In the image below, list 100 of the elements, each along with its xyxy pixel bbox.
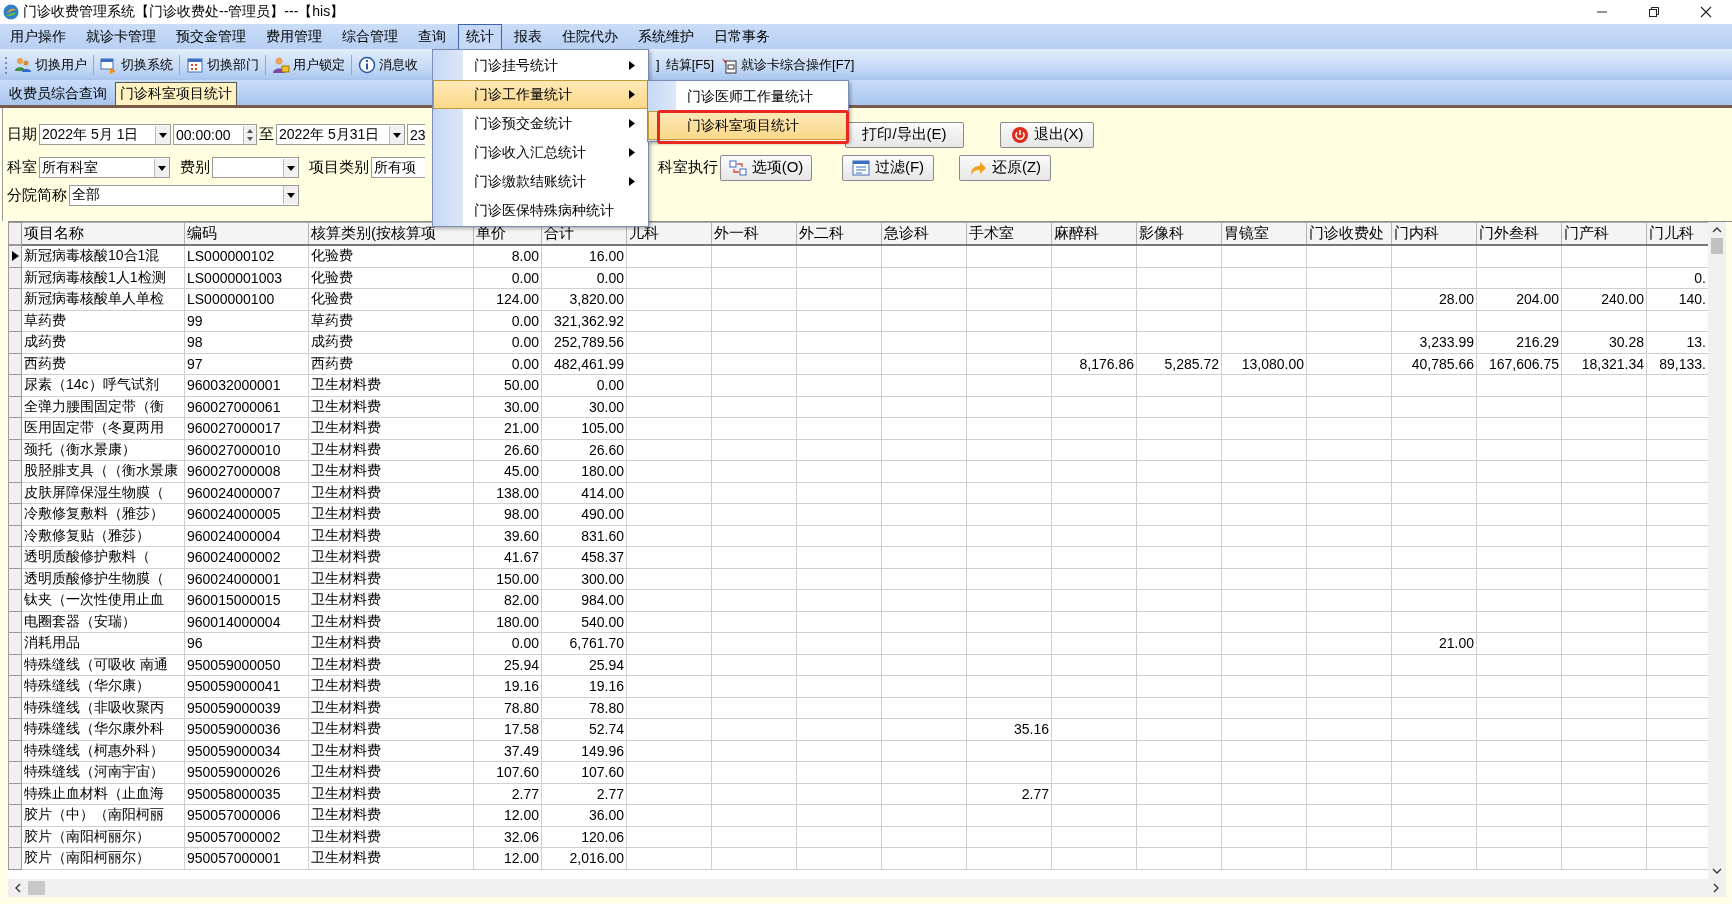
vertical-scrollbar[interactable] bbox=[1708, 222, 1726, 879]
time-field[interactable]: 23 bbox=[407, 124, 425, 145]
row-indicator[interactable] bbox=[8, 245, 22, 267]
column-header[interactable]: 麻醉科 bbox=[1051, 222, 1137, 245]
menu-item[interactable]: 门诊预交金统计 bbox=[433, 109, 648, 138]
menu-item[interactable]: 日常事务 bbox=[706, 23, 778, 50]
table-cell: 124.00 bbox=[473, 288, 542, 310]
tab[interactable]: 收费员综合查询 bbox=[4, 82, 112, 105]
column-header[interactable]: 门外叁科 bbox=[1476, 222, 1562, 245]
column-header[interactable]: 门诊收费处 bbox=[1306, 222, 1392, 245]
table-cell: 216.29 bbox=[1516, 334, 1559, 351]
user-lock-icon[interactable] bbox=[272, 55, 290, 74]
table-cell: 540.00 bbox=[541, 611, 627, 633]
table-cell: 8.00 bbox=[473, 245, 542, 267]
scroll-up-icon[interactable] bbox=[1712, 226, 1722, 234]
column-header[interactable]: 胃镜室 bbox=[1221, 222, 1307, 245]
table-cell: 卫生材料费 bbox=[308, 804, 474, 826]
menu-item[interactable]: 门诊挂号统计 bbox=[433, 51, 648, 80]
switch-window-icon[interactable] bbox=[100, 55, 118, 74]
table-cell: 12.00 bbox=[473, 804, 542, 826]
date-picker[interactable]: 2022年 5月31日 bbox=[276, 124, 405, 145]
menu-item[interactable]: 门诊收入汇总统计 bbox=[433, 138, 648, 167]
table-cell: 40,785.66 bbox=[1411, 355, 1474, 372]
table-cell: 成药费 bbox=[308, 331, 474, 353]
scroll-thumb[interactable] bbox=[1711, 238, 1723, 254]
column-header[interactable]: 门产科 bbox=[1561, 222, 1647, 245]
filter-button[interactable]: 过滤(F) bbox=[842, 154, 934, 181]
scroll-down-icon[interactable] bbox=[1712, 867, 1722, 875]
table-cell: 240.00 bbox=[1601, 291, 1644, 308]
category-select[interactable]: 所有项 bbox=[371, 157, 425, 178]
options-button[interactable]: 选项(O) bbox=[720, 154, 812, 181]
branch-select[interactable]: 全部 bbox=[69, 184, 299, 206]
toolbar-button[interactable]: 消息收 bbox=[379, 55, 418, 74]
table-cell: 新冠病毒核酸单人单检 bbox=[21, 288, 185, 310]
spinner-icon[interactable] bbox=[243, 125, 256, 144]
table-cell: 52.74 bbox=[541, 718, 627, 740]
table-cell: 960032000001 bbox=[184, 374, 309, 396]
table-cell: 13,080.00 bbox=[1241, 355, 1304, 372]
restore-icon[interactable] bbox=[1648, 6, 1660, 18]
scroll-right-icon[interactable] bbox=[1712, 883, 1720, 893]
toolbar-button[interactable]: 切换系统 bbox=[121, 55, 173, 74]
column-header[interactable]: 项目名称 bbox=[21, 222, 185, 245]
card-icon[interactable] bbox=[720, 55, 739, 74]
menu-item[interactable]: 报表 bbox=[506, 23, 550, 50]
tab[interactable]: 门诊科室项目统计 bbox=[115, 82, 237, 105]
menu-item[interactable]: 门诊医师工作量统计 bbox=[648, 82, 848, 111]
menu-item[interactable]: 门诊医保特殊病种统计 bbox=[433, 196, 648, 225]
time-field[interactable]: 00:00:00 bbox=[173, 124, 257, 145]
menu-item[interactable]: 费用管理 bbox=[258, 23, 330, 50]
toolbar-button[interactable]: 切换部门 bbox=[207, 55, 259, 74]
table-cell: 120.06 bbox=[541, 826, 627, 848]
menu-item[interactable]: 门诊工作量统计 bbox=[433, 80, 648, 109]
menu-item[interactable]: 预交金管理 bbox=[168, 23, 254, 50]
column-header[interactable]: 门儿科 bbox=[1646, 222, 1708, 245]
table-cell: 482,461.99 bbox=[541, 353, 627, 375]
column-header[interactable]: 手术室 bbox=[966, 222, 1052, 245]
column-header[interactable]: 门内科 bbox=[1391, 222, 1477, 245]
column-header[interactable]: 外二科 bbox=[796, 222, 882, 245]
print-export-button[interactable]: 打印/导出(E) bbox=[845, 121, 964, 148]
menu-item[interactable]: 就诊卡管理 bbox=[78, 23, 164, 50]
table-cell: 32.06 bbox=[473, 826, 542, 848]
department-select[interactable]: 所有科室 bbox=[39, 157, 170, 178]
toolbar-button[interactable]: 用户锁定 bbox=[293, 55, 345, 74]
users-icon[interactable] bbox=[14, 55, 32, 74]
menu-item[interactable]: 住院代办 bbox=[554, 23, 626, 50]
scroll-left-icon[interactable] bbox=[14, 883, 22, 893]
table-cell: 电圈套器（安瑞） bbox=[21, 611, 185, 633]
menu-item[interactable]: 门诊缴款结账统计 bbox=[433, 167, 648, 196]
close-icon[interactable] bbox=[1700, 6, 1712, 18]
column-header[interactable]: 急诊科 bbox=[881, 222, 967, 245]
table-cell: 25.94 bbox=[541, 654, 627, 676]
menu-item[interactable]: 系统维护 bbox=[630, 23, 702, 50]
date-picker[interactable]: 2022年 5月 1日 bbox=[39, 124, 171, 145]
toolbar-button[interactable]: 结算[F5] bbox=[665, 55, 715, 74]
horizontal-scrollbar[interactable] bbox=[8, 879, 1726, 897]
toolbar-button[interactable]: 就诊卡综合操作[F7] bbox=[741, 55, 855, 74]
exit-button[interactable]: 退出(X) bbox=[1000, 121, 1094, 148]
table-cell: 97 bbox=[184, 353, 309, 375]
table-cell: 78.80 bbox=[473, 697, 542, 719]
table-cell: 140. bbox=[1678, 291, 1706, 308]
column-header[interactable]: 影像科 bbox=[1136, 222, 1222, 245]
toolbar-button[interactable]: ] bbox=[656, 57, 660, 72]
table-cell: 138.00 bbox=[473, 482, 542, 504]
info-icon[interactable] bbox=[358, 55, 376, 74]
menu-item[interactable]: 用户操作 bbox=[2, 23, 74, 50]
scroll-thumb[interactable] bbox=[28, 881, 45, 895]
table-cell: 36.00 bbox=[541, 804, 627, 826]
menu-item[interactable]: 统计 bbox=[458, 23, 502, 50]
restore-button[interactable]: 还原(Z) bbox=[959, 154, 1051, 181]
menu-item[interactable]: 查询 bbox=[410, 23, 454, 50]
window-title: 门诊收费管理系统【门诊收费处--管理员】---【his】 bbox=[23, 3, 345, 21]
calendar-icon[interactable] bbox=[186, 55, 204, 74]
table-cell: 0. bbox=[1694, 269, 1706, 286]
column-header[interactable]: 编码 bbox=[184, 222, 309, 245]
toolbar-button[interactable]: 切换用户 bbox=[35, 55, 87, 74]
column-header[interactable]: 外一科 bbox=[711, 222, 797, 245]
curved-arrow-icon bbox=[968, 159, 987, 176]
menu-item[interactable]: 综合管理 bbox=[334, 23, 406, 50]
menu-item[interactable]: 门诊科室项目统计 bbox=[648, 111, 848, 140]
column-header[interactable]: 核算类别(按核算项 bbox=[308, 222, 474, 245]
